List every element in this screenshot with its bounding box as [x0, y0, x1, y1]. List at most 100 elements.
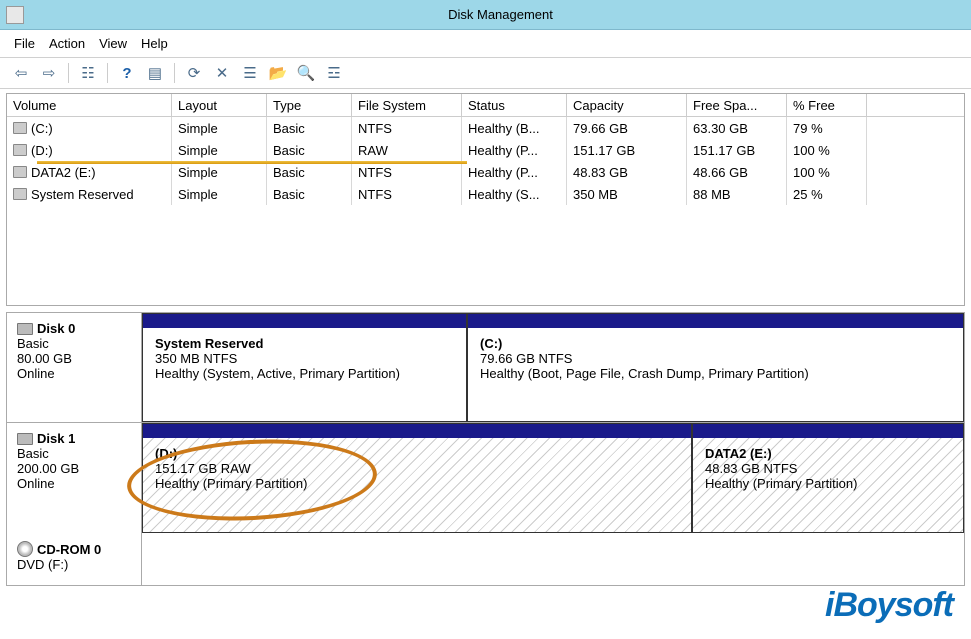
table-empty-area	[7, 205, 964, 305]
disk-type: Basic	[17, 336, 131, 351]
col-volume[interactable]: Volume	[7, 94, 172, 116]
panel-icon[interactable]: ☷	[77, 62, 99, 84]
drive-icon	[13, 166, 27, 178]
cell-type: Basic	[267, 117, 352, 139]
cell-filesystem: NTFS	[352, 117, 462, 139]
table-row[interactable]: (C:) SimpleBasicNTFSHealthy (B...79.66 GB…	[7, 117, 964, 139]
cell-status: Healthy (S...	[462, 183, 567, 205]
disk-type: Basic	[17, 446, 131, 461]
partition-block[interactable]: (C:)79.66 GB NTFSHealthy (Boot, Page Fil…	[467, 313, 964, 422]
drive-icon	[13, 122, 27, 134]
table-row[interactable]: (D:)SimpleBasicRAWHealthy (P...151.17 GB…	[7, 139, 964, 161]
disk-state: Online	[17, 476, 131, 491]
table-header-row: Volume Layout Type File System Status Ca…	[7, 94, 964, 117]
cell-type: Basic	[267, 183, 352, 205]
cdrom-sub: DVD (F:)	[17, 557, 131, 572]
col-type[interactable]: Type	[267, 94, 352, 116]
partition-header-bar	[468, 314, 963, 328]
cell-type: Basic	[267, 139, 352, 161]
disk-size: 200.00 GB	[17, 461, 131, 476]
table-row[interactable]: DATA2 (E:)SimpleBasicNTFSHealthy (P...48…	[7, 161, 964, 183]
volume-name: (D:)	[31, 143, 53, 158]
back-icon[interactable]: ⇦	[10, 62, 32, 84]
partition-status: Healthy (Primary Partition)	[705, 476, 951, 491]
menu-bar: File Action View Help	[0, 30, 971, 58]
disk-title: Disk 1	[37, 431, 75, 446]
cell-freespace: 88 MB	[687, 183, 787, 205]
cell-capacity: 350 MB	[567, 183, 687, 205]
disk-icon	[17, 323, 33, 335]
col-capacity[interactable]: Capacity	[567, 94, 687, 116]
partition-detail: 48.83 GB NTFS	[705, 461, 951, 476]
folder-icon[interactable]: 📂	[267, 62, 289, 84]
cell-pctfree: 79 %	[787, 117, 867, 139]
volume-table: Volume Layout Type File System Status Ca…	[6, 93, 965, 306]
volume-name: System Reserved	[31, 187, 134, 202]
refresh-icon[interactable]: ⟳	[183, 62, 205, 84]
col-pctfree[interactable]: % Free	[787, 94, 867, 116]
partition-detail: 79.66 GB NTFS	[480, 351, 951, 366]
search-icon[interactable]: 🔍	[295, 62, 317, 84]
action-icon[interactable]: ☲	[323, 62, 345, 84]
partition-name: DATA2 (E:)	[705, 446, 951, 461]
disk-graphical-view: Disk 0Basic80.00 GBOnlineSystem Reserved…	[6, 312, 965, 586]
partition-block[interactable]: (D:)151.17 GB RAWHealthy (Primary Partit…	[142, 423, 692, 533]
cell-capacity: 151.17 GB	[567, 139, 687, 161]
menu-view[interactable]: View	[99, 36, 127, 51]
partition-detail: 151.17 GB RAW	[155, 461, 679, 476]
disk-row: Disk 0Basic80.00 GBOnlineSystem Reserved…	[7, 313, 964, 423]
partition-detail: 350 MB NTFS	[155, 351, 454, 366]
disk-icon	[17, 433, 33, 445]
partition-header-bar	[143, 314, 466, 328]
disk-state: Online	[17, 366, 131, 381]
table-row[interactable]: System Reserved SimpleBasicNTFSHealthy (S…	[7, 183, 964, 205]
cell-freespace: 151.17 GB	[687, 139, 787, 161]
view-icon[interactable]: ▤	[144, 62, 166, 84]
cdrom-row[interactable]: CD-ROM 0 DVD (F:)	[7, 533, 964, 585]
menu-action[interactable]: Action	[49, 36, 85, 51]
cell-pctfree: 100 %	[787, 139, 867, 161]
cell-freespace: 48.66 GB	[687, 161, 787, 183]
cdrom-icon	[17, 541, 33, 557]
partition-header-bar	[143, 424, 691, 438]
drive-icon	[13, 188, 27, 200]
window-title: Disk Management	[30, 7, 971, 22]
help-icon[interactable]: ?	[116, 62, 138, 84]
partition-block[interactable]: DATA2 (E:)48.83 GB NTFSHealthy (Primary …	[692, 423, 964, 533]
col-filesystem[interactable]: File System	[352, 94, 462, 116]
titlebar: Disk Management	[0, 0, 971, 30]
disk-size: 80.00 GB	[17, 351, 131, 366]
cell-layout: Simple	[172, 139, 267, 161]
partition-header-bar	[693, 424, 963, 438]
col-layout[interactable]: Layout	[172, 94, 267, 116]
cell-filesystem: NTFS	[352, 183, 462, 205]
menu-file[interactable]: File	[14, 36, 35, 51]
cell-status: Healthy (B...	[462, 117, 567, 139]
disk-label: Disk 0Basic80.00 GBOnline	[7, 313, 142, 422]
highlight-underline	[37, 161, 467, 164]
cell-layout: Simple	[172, 117, 267, 139]
col-status[interactable]: Status	[462, 94, 567, 116]
partition-status: Healthy (System, Active, Primary Partiti…	[155, 366, 454, 381]
disk-title: Disk 0	[37, 321, 75, 336]
menu-help[interactable]: Help	[141, 36, 168, 51]
cell-status: Healthy (P...	[462, 161, 567, 183]
delete-icon[interactable]: ✕	[211, 62, 233, 84]
partition-name: (D:)	[155, 446, 679, 461]
volume-name: (C:)	[31, 121, 53, 136]
cell-capacity: 48.83 GB	[567, 161, 687, 183]
cell-freespace: 63.30 GB	[687, 117, 787, 139]
partition-name: (C:)	[480, 336, 951, 351]
cell-filesystem: RAW	[352, 139, 462, 161]
cell-layout: Simple	[172, 161, 267, 183]
partition-status: Healthy (Boot, Page File, Crash Dump, Pr…	[480, 366, 951, 381]
app-icon	[6, 6, 24, 24]
forward-icon[interactable]: ⇨	[38, 62, 60, 84]
cdrom-title: CD-ROM 0	[37, 542, 101, 557]
properties-icon[interactable]: ☰	[239, 62, 261, 84]
cdrom-label: CD-ROM 0 DVD (F:)	[7, 533, 142, 585]
partition-block[interactable]: System Reserved350 MB NTFSHealthy (Syste…	[142, 313, 467, 422]
cell-layout: Simple	[172, 183, 267, 205]
cell-capacity: 79.66 GB	[567, 117, 687, 139]
col-freespace[interactable]: Free Spa...	[687, 94, 787, 116]
